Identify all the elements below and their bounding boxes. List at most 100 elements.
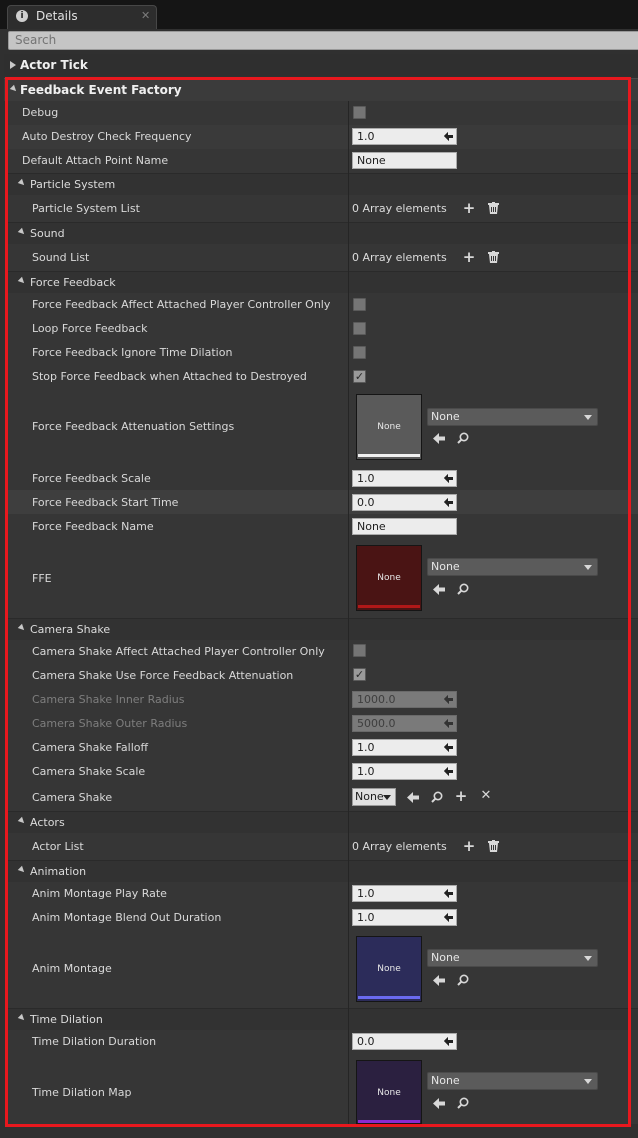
cs-use-att-checkbox[interactable]: ✓ [353, 668, 366, 681]
asset-thumbnail[interactable]: None [356, 936, 422, 1002]
subcategory-time-dilation[interactable]: Time Dilation [6, 1008, 638, 1030]
ff-scale-input[interactable]: 1.0 [352, 470, 457, 487]
asset-thumbnail[interactable]: None [356, 1060, 422, 1124]
drag-handle-icon[interactable] [444, 767, 453, 776]
add-icon[interactable]: + [454, 789, 468, 804]
trash-icon[interactable] [488, 202, 499, 214]
subcategory-particle-system[interactable]: Particle System [6, 173, 638, 195]
ffe-asset-combo[interactable]: None [427, 558, 598, 576]
row-time-duration: Time Dilation Duration 0.0 [6, 1030, 638, 1054]
browse-search-icon[interactable] [431, 791, 443, 803]
category-feedback-event-factory[interactable]: Feedback Event Factory [4, 78, 638, 101]
property-label: Particle System List [32, 202, 140, 215]
drag-handle-icon[interactable] [444, 743, 453, 752]
drag-handle-icon[interactable] [444, 913, 453, 922]
tab-label: Details [36, 9, 78, 23]
trash-icon[interactable] [488, 251, 499, 263]
tab-details[interactable]: i Details ✕ [7, 5, 157, 29]
browse-search-icon[interactable] [457, 583, 469, 595]
row-ff-stop: Stop Force Feedback when Attached to Des… [6, 365, 638, 389]
trash-icon[interactable] [488, 840, 499, 852]
ff-stop-checkbox[interactable]: ✓ [353, 370, 366, 383]
row-cs-falloff: Camera Shake Falloff 1.0 [6, 736, 638, 760]
search-input[interactable]: Search [8, 31, 638, 50]
drag-handle-icon[interactable] [444, 132, 453, 141]
default-attach-input[interactable]: None [352, 152, 457, 169]
attenuation-asset-combo[interactable]: None [427, 408, 598, 426]
subcategory-sound[interactable]: Sound [6, 222, 638, 244]
time-duration-input[interactable]: 0.0 [352, 1033, 457, 1050]
debug-checkbox[interactable] [353, 106, 366, 119]
column-splitter[interactable] [348, 101, 349, 1124]
add-icon[interactable]: + [462, 201, 476, 216]
property-label: Time Dilation Duration [32, 1035, 157, 1048]
clear-icon[interactable]: ✕ [479, 789, 493, 803]
cs-affect-checkbox[interactable] [353, 644, 366, 657]
row-cs-scale: Camera Shake Scale 1.0 [6, 760, 638, 784]
category-label: Actor Tick [20, 58, 88, 72]
property-label: Force Feedback Start Time [32, 496, 179, 509]
close-icon[interactable]: ✕ [141, 9, 150, 22]
thumbnail-bar [358, 454, 420, 457]
use-selected-arrow-icon[interactable] [407, 792, 419, 803]
value-text: 1000.0 [357, 693, 396, 706]
property-label: Camera Shake Scale [32, 765, 146, 778]
use-selected-arrow-icon[interactable] [433, 1098, 445, 1109]
anim-blend-input[interactable]: 1.0 [352, 909, 457, 926]
subcategory-animation[interactable]: Animation [6, 860, 638, 882]
browse-search-icon[interactable] [457, 432, 469, 444]
anim-rate-input[interactable]: 1.0 [352, 885, 457, 902]
ff-name-input[interactable]: None [352, 518, 457, 535]
thumbnail-bar [358, 996, 420, 999]
combo-value: None [431, 560, 460, 573]
property-label: Loop Force Feedback [32, 322, 148, 335]
subcategory-label: Force Feedback [30, 276, 116, 289]
dropdown-arrow-icon [584, 565, 592, 570]
property-label: Anim Montage Play Rate [32, 887, 167, 900]
add-icon[interactable]: + [462, 839, 476, 854]
drag-handle-icon[interactable] [444, 889, 453, 898]
combo-value: None [431, 951, 460, 964]
asset-thumbnail[interactable]: None [356, 545, 422, 611]
category-label: Feedback Event Factory [20, 83, 182, 97]
subcategory-label: Actors [30, 816, 65, 829]
camera-shake-class-combo[interactable]: None [352, 788, 396, 806]
row-auto-destroy: Auto Destroy Check Frequency 1.0 [6, 125, 638, 149]
property-label: Force Feedback Scale [32, 472, 151, 485]
collapse-arrow-icon [17, 227, 27, 237]
ff-affect-checkbox[interactable] [353, 298, 366, 311]
drag-handle-icon[interactable] [444, 474, 453, 483]
cs-inner-input: 1000.0 [352, 691, 457, 708]
property-label: Auto Destroy Check Frequency [22, 130, 192, 143]
property-label: Time Dilation Map [32, 1086, 132, 1099]
auto-destroy-input[interactable]: 1.0 [352, 128, 457, 145]
collapse-arrow-icon [17, 816, 27, 826]
collapse-arrow-icon [17, 623, 27, 633]
add-icon[interactable]: + [462, 250, 476, 265]
browse-search-icon[interactable] [457, 1097, 469, 1109]
cs-scale-input[interactable]: 1.0 [352, 763, 457, 780]
subcategory-force-feedback[interactable]: Force Feedback [6, 271, 638, 293]
subcategory-camera-shake[interactable]: Camera Shake [6, 618, 638, 640]
property-label: Default Attach Point Name [22, 154, 169, 167]
category-actor-tick[interactable]: Actor Tick [4, 54, 638, 76]
thumbnail-bar [358, 1120, 420, 1123]
property-label: Camera Shake Affect Attached Player Cont… [32, 645, 325, 658]
drag-handle-icon[interactable] [444, 498, 453, 507]
subcategory-actors[interactable]: Actors [6, 811, 638, 833]
use-selected-arrow-icon[interactable] [433, 975, 445, 986]
ff-start-input[interactable]: 0.0 [352, 494, 457, 511]
info-icon: i [16, 10, 28, 22]
map-asset-combo[interactable]: None [427, 1072, 598, 1090]
ff-loop-checkbox[interactable] [353, 322, 366, 335]
use-selected-arrow-icon[interactable] [433, 584, 445, 595]
drag-handle-icon[interactable] [444, 1037, 453, 1046]
ff-ignore-checkbox[interactable] [353, 346, 366, 359]
collapse-arrow-icon [17, 178, 27, 188]
browse-search-icon[interactable] [457, 974, 469, 986]
property-label: Force Feedback Ignore Time Dilation [32, 346, 233, 359]
use-selected-arrow-icon[interactable] [433, 433, 445, 444]
cs-falloff-input[interactable]: 1.0 [352, 739, 457, 756]
montage-asset-combo[interactable]: None [427, 949, 598, 967]
asset-thumbnail[interactable]: None [356, 394, 422, 460]
